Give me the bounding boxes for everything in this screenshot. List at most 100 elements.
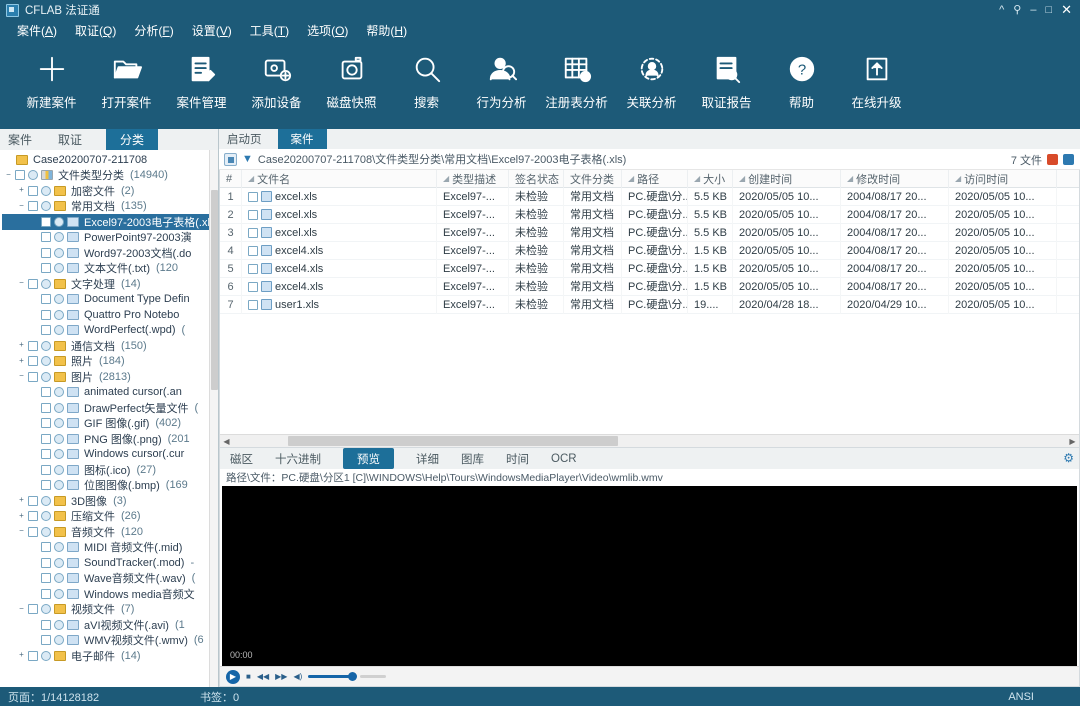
volume-slider[interactable]	[308, 672, 358, 681]
close-button[interactable]: ✕	[1061, 0, 1072, 20]
toolbar-camera-button[interactable]: 磁盘快照	[314, 48, 389, 111]
toolbar-upload-arrow-button[interactable]: 在线升级	[839, 48, 914, 111]
tree-radio-icon[interactable]	[54, 418, 64, 429]
row-checkbox[interactable]	[248, 227, 258, 238]
row-checkbox[interactable]	[248, 299, 258, 310]
tree-expander-icon[interactable]: −	[17, 279, 26, 288]
tree-radio-icon[interactable]	[41, 526, 51, 537]
tree-node[interactable]: WMV视频文件(.wmv) (6	[2, 633, 218, 649]
tree-radio-icon[interactable]	[41, 356, 51, 367]
tree-radio-icon[interactable]	[41, 495, 51, 506]
tree-checkbox[interactable]	[28, 371, 38, 382]
menu-item-1[interactable]: 案件(A)	[8, 20, 66, 41]
tree-checkbox[interactable]	[41, 216, 51, 227]
tree-expander-icon[interactable]: +	[17, 496, 26, 505]
tree-radio-icon[interactable]	[54, 557, 64, 568]
pin-icon[interactable]: ⚲	[1013, 0, 1021, 20]
tree-expander-icon[interactable]: +	[17, 186, 26, 195]
tree-radio-icon[interactable]	[41, 604, 51, 615]
tree-node[interactable]: + 通信文档 (150)	[2, 338, 218, 354]
tree-expander-icon[interactable]: −	[17, 527, 26, 536]
preview-tab-详细[interactable]: 详细	[416, 448, 439, 469]
tree-node[interactable]: + 加密文件 (2)	[2, 183, 218, 199]
sort-indicator-icon[interactable]: ◢	[847, 174, 853, 183]
menu-item-5[interactable]: 工具(T)	[241, 20, 298, 41]
tree-node[interactable]: GIF 图像(.gif) (402)	[2, 416, 218, 432]
table-row[interactable]: 6 excel4.xls Excel97-... 未检验 常用文档 PC.硬盘\分... 1…	[220, 277, 1079, 296]
tree-scrollbar[interactable]	[209, 150, 218, 687]
tree-checkbox[interactable]	[41, 573, 51, 584]
column-header-9[interactable]: ◢ 访问时间	[949, 169, 1057, 188]
column-header-6[interactable]: ◢ 大小	[688, 169, 733, 188]
tree-checkbox[interactable]	[41, 557, 51, 568]
table-row[interactable]: 5 excel4.xls Excel97-... 未检验 常用文档 PC.硬盘\分... 1…	[220, 259, 1079, 278]
tree-node[interactable]: WordPerfect(.wpd) (	[2, 323, 218, 339]
toolbar-question-circle-button[interactable]: ? 帮助	[764, 48, 839, 111]
sidebar-tab-取证[interactable]: 取证	[56, 129, 84, 150]
table-row[interactable]: 2 excel.xls Excel97-... 未检验 常用文档 PC.硬盘\分... 5.…	[220, 205, 1079, 224]
column-header-5[interactable]: ◢ 路径	[622, 169, 688, 188]
row-checkbox[interactable]	[248, 245, 258, 256]
tree-radio-icon[interactable]	[41, 511, 51, 522]
preview-tab-十六进制[interactable]: 十六进制	[275, 448, 321, 469]
toolbar-plus-button[interactable]: 新建案件	[14, 48, 89, 111]
tree-radio-icon[interactable]	[41, 201, 51, 212]
preview-tab-预览[interactable]: 预览	[343, 448, 394, 469]
tree-checkbox[interactable]	[28, 201, 38, 212]
row-checkbox[interactable]	[248, 263, 258, 274]
tree-node[interactable]: Excel97-2003电子表格(.xls)	[2, 214, 218, 230]
mute-button[interactable]: ◀)	[293, 672, 302, 681]
toolbar-report-search-button[interactable]: 取证报告	[689, 48, 764, 111]
tree-radio-icon[interactable]	[54, 542, 64, 553]
tree-radio-icon[interactable]	[54, 294, 64, 305]
tree-checkbox[interactable]	[41, 232, 51, 243]
tree-radio-icon[interactable]	[28, 170, 38, 181]
tree-node[interactable]: + 压缩文件 (26)	[2, 509, 218, 525]
tree-node[interactable]: 位图图像(.bmp) (169	[2, 478, 218, 494]
tree-checkbox[interactable]	[28, 511, 38, 522]
tree-checkbox[interactable]	[41, 464, 51, 475]
export-icon[interactable]	[1047, 154, 1058, 165]
tree-expander-icon[interactable]: +	[17, 341, 26, 350]
gear-icon[interactable]: ⚙	[1063, 451, 1074, 465]
tree-checkbox[interactable]	[28, 278, 38, 289]
play-button[interactable]: ▶	[226, 669, 240, 684]
tree-node[interactable]: PowerPoint97-2003演	[2, 230, 218, 246]
tree-node[interactable]: − 音频文件 (120	[2, 524, 218, 540]
tree-radio-icon[interactable]	[54, 402, 64, 413]
preview-tab-磁区[interactable]: 磁区	[230, 448, 253, 469]
tree-expander-icon[interactable]: −	[17, 201, 26, 211]
maximize-button[interactable]: □	[1045, 0, 1052, 20]
tree-checkbox[interactable]	[28, 356, 38, 367]
content-tab-启动页[interactable]: 启动页	[227, 129, 262, 149]
tree-radio-icon[interactable]	[54, 573, 64, 584]
next-button[interactable]: ▶▶	[275, 672, 287, 681]
tree-node[interactable]: 文本文件(.txt) (120	[2, 261, 218, 277]
tree-node[interactable]: animated cursor(.an	[2, 385, 218, 401]
tree-checkbox[interactable]	[41, 480, 51, 491]
tree-radio-icon[interactable]	[41, 278, 51, 289]
tree-node[interactable]: − 文字处理 (14)	[2, 276, 218, 292]
tree-radio-icon[interactable]	[54, 635, 64, 646]
stop-button[interactable]: ■	[246, 672, 251, 681]
tree-expander-icon[interactable]: −	[17, 604, 26, 614]
tree-node[interactable]: − 视频文件 (7)	[2, 602, 218, 618]
tree-node[interactable]: 图标(.ico) (27)	[2, 462, 218, 478]
tree-checkbox[interactable]	[41, 294, 51, 305]
toolbar-folder-open-button[interactable]: 打开案件	[89, 48, 164, 111]
table-row[interactable]: 1 excel.xls Excel97-... 未检验 常用文档 PC.硬盘\分... 5.…	[220, 188, 1079, 206]
scroll-right-icon[interactable]: ▶	[1066, 437, 1079, 446]
preview-tab-图库[interactable]: 图库	[461, 448, 484, 469]
tree-node[interactable]: Windows media音频文	[2, 586, 218, 602]
sort-indicator-icon[interactable]: ◢	[955, 174, 961, 183]
tree-radio-icon[interactable]	[54, 588, 64, 599]
menu-item-6[interactable]: 选项(O)	[298, 20, 357, 41]
tree-radio-icon[interactable]	[54, 387, 64, 398]
tree-expander-icon[interactable]: −	[4, 170, 13, 180]
column-header-3[interactable]: 签名状态	[509, 169, 564, 188]
tree-expander-icon[interactable]: +	[17, 356, 26, 366]
tree-expander-icon[interactable]: −	[17, 372, 26, 381]
tree-node[interactable]: + 电子邮件 (14)	[2, 648, 218, 664]
tree-checkbox[interactable]	[15, 170, 25, 181]
tree-node[interactable]: Word97-2003文档(.do	[2, 245, 218, 261]
